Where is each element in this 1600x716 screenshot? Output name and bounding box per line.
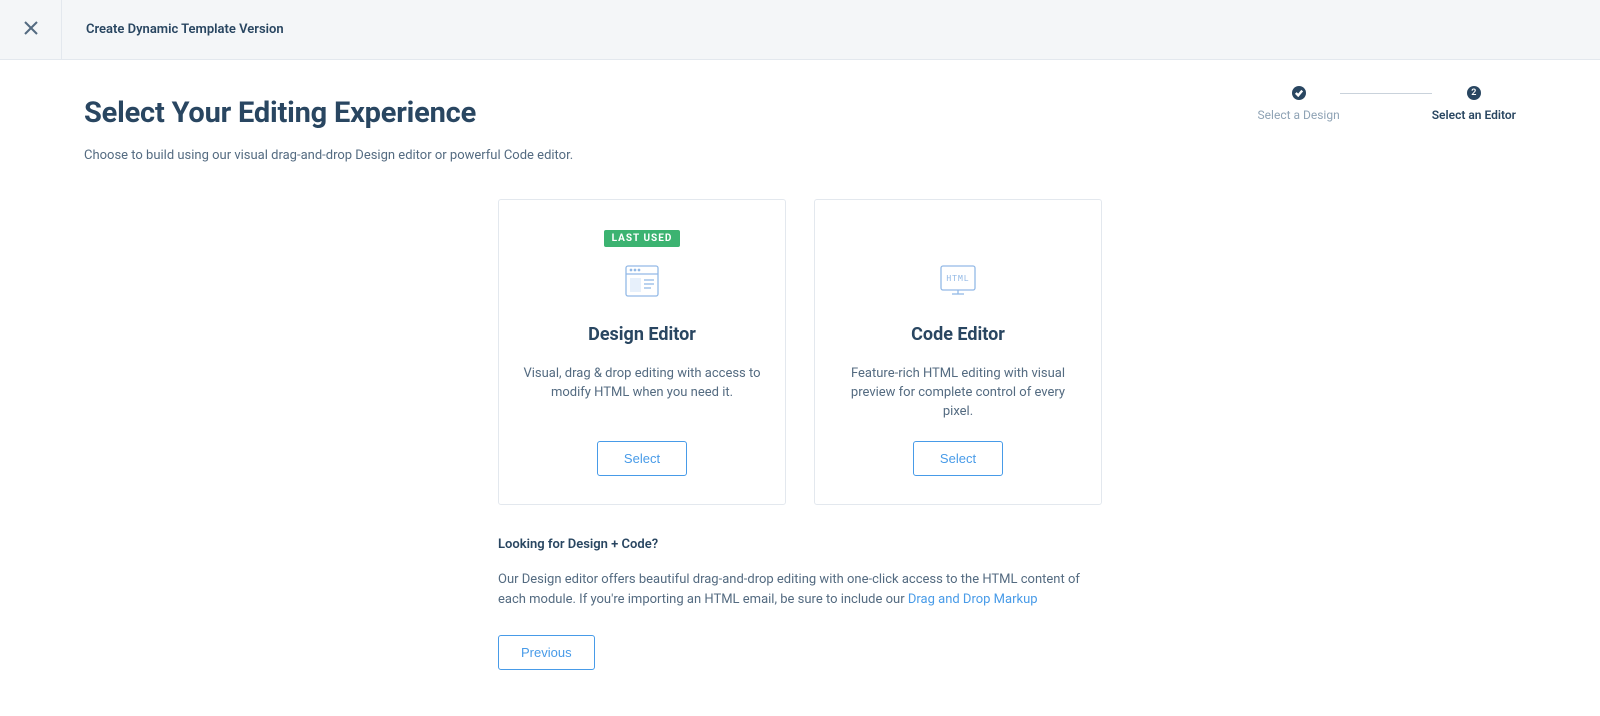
top-bar: Create Dynamic Template Version (0, 0, 1600, 60)
last-used-badge: LAST USED (604, 230, 681, 247)
topbar-title: Create Dynamic Template Version (62, 22, 284, 37)
card-description: Visual, drag & drop editing with access … (523, 365, 761, 403)
select-code-editor-button[interactable]: Select (913, 441, 1003, 476)
info-block: Looking for Design + Code? Our Design ed… (498, 537, 1102, 670)
previous-button[interactable]: Previous (498, 635, 595, 670)
code-editor-card: HTML Code Editor Feature-rich HTML editi… (814, 199, 1102, 505)
card-title: Code Editor (911, 324, 1005, 345)
close-icon (23, 20, 39, 40)
card-description: Feature-rich HTML editing with visual pr… (839, 365, 1077, 422)
drag-and-drop-markup-link[interactable]: Drag and Drop Markup (908, 592, 1038, 607)
close-button[interactable] (0, 0, 62, 59)
page-body: Select a Design 2 Select an Editor Selec… (0, 60, 1600, 670)
step-select-editor[interactable]: 2 Select an Editor (1432, 86, 1516, 122)
info-heading: Looking for Design + Code? (498, 537, 1102, 552)
stepper: Select a Design 2 Select an Editor (1258, 86, 1516, 122)
step-select-design[interactable]: Select a Design (1258, 86, 1340, 122)
select-design-editor-button[interactable]: Select (597, 441, 687, 476)
step-done-dot (1292, 86, 1306, 100)
step-current-dot: 2 (1467, 86, 1481, 100)
info-body: Our Design editor offers beautiful drag-… (498, 570, 1102, 609)
design-editor-card: LAST USED Design Editor Visual, drag & d… (498, 199, 786, 505)
step-label: Select an Editor (1432, 108, 1516, 122)
editor-cards: LAST USED Design Editor Visual, drag & d… (84, 199, 1516, 505)
svg-text:HTML: HTML (946, 274, 969, 283)
step-label: Select a Design (1258, 108, 1340, 122)
code-editor-icon: HTML (938, 258, 978, 304)
card-title: Design Editor (588, 324, 696, 345)
page-subtitle: Choose to build using our visual drag-an… (84, 148, 1516, 163)
design-editor-icon (623, 258, 661, 304)
step-connector (1340, 93, 1432, 94)
